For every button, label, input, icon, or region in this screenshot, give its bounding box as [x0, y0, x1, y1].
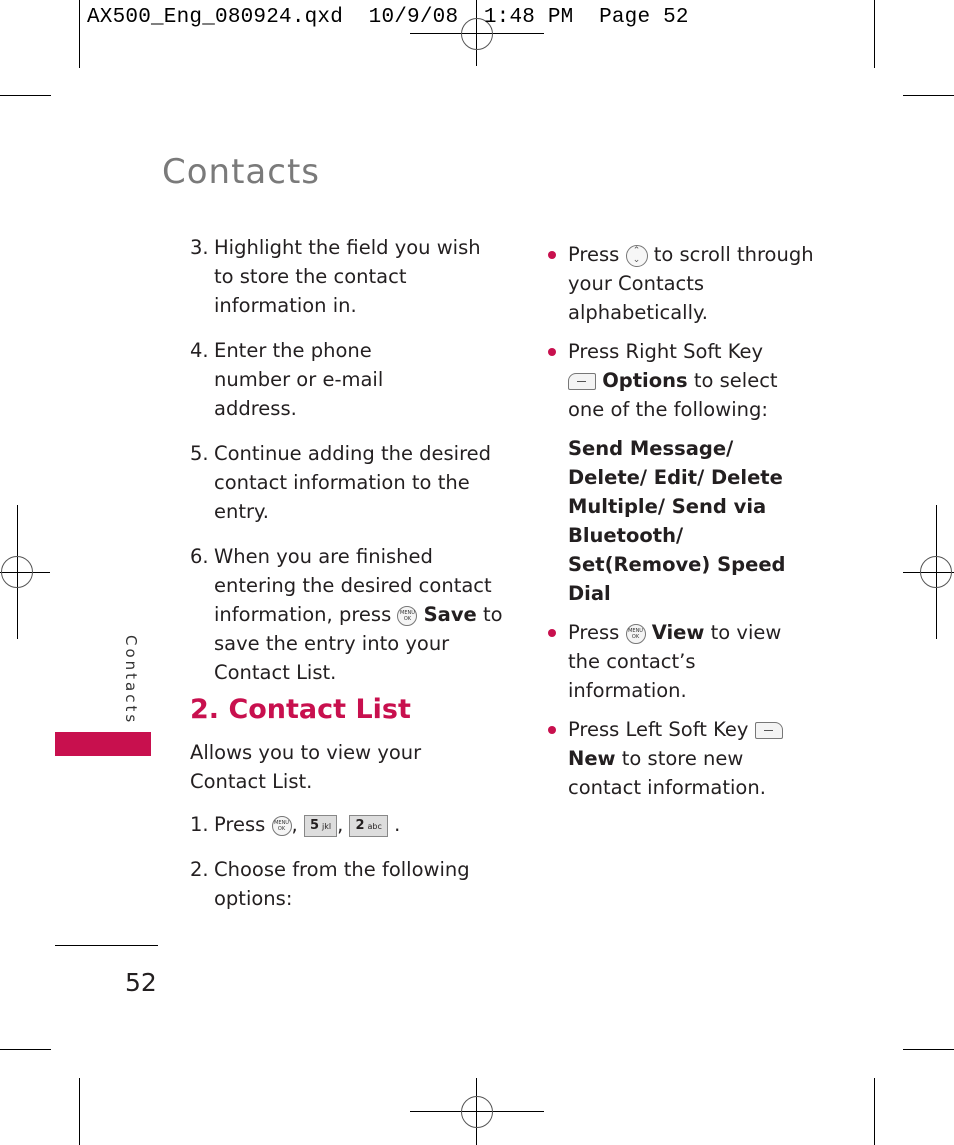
bullet-view: Press MENU OK View to view the contact’s … [544, 618, 814, 705]
crop-mark [0, 95, 51, 96]
left-column-bottom: Allows you to view your Contact List. 1.… [190, 738, 480, 929]
bullet-new: Press Left Soft Key New to store new con… [544, 715, 814, 802]
section-intro: Allows you to view your Contact List. [190, 741, 422, 793]
left-soft-key-icon [754, 722, 783, 739]
crop-mark [874, 1078, 875, 1145]
page-title: Contacts [162, 152, 320, 192]
right-soft-key-icon [568, 373, 596, 390]
step-3: 3. Highlight the field you wish to store… [190, 236, 481, 317]
step-4: 4. Enter the phone number or e-mail addr… [190, 339, 384, 420]
crop-mark [79, 1078, 80, 1145]
section-heading: 2. Contact List [190, 694, 411, 725]
page-number: 52 [125, 968, 157, 997]
options-list: Send Message/ Delete/ Edit/ Delete Multi… [568, 437, 786, 605]
file-slug: AX500_Eng_080924.qxd 10/9/08 1:48 PM Pag… [87, 6, 689, 29]
step-2: 2. Choose from the following options: [190, 858, 470, 910]
step-6: 6. When you are finished entering the de… [190, 545, 503, 684]
key-2-icon: 2 abc [349, 814, 388, 837]
menu-ok-key-icon: MENU OK [271, 815, 292, 836]
menu-ok-key-icon: MENU OK [397, 605, 418, 626]
crop-mark [874, 0, 875, 68]
bullet-options: Press Right Soft Key Options to select o… [544, 337, 793, 424]
menu-ok-key-icon: MENU OK [625, 623, 646, 644]
bullet-dot [548, 726, 556, 734]
side-tab-label: Contacts [122, 635, 140, 726]
bullet-dot [548, 629, 556, 637]
step-1: 1. Press MENU OK, 5 jkl, 2 abc . [190, 813, 401, 837]
bullet-scroll: Press ⌃ ⌄ to scroll through your Contacts… [544, 240, 814, 327]
navigation-key-icon: ⌃ ⌄ [625, 244, 648, 267]
crop-mark [0, 1049, 51, 1050]
left-column: 3. Highlight the field you wish to store… [190, 233, 503, 703]
crop-mark [903, 95, 954, 96]
crop-mark [79, 0, 80, 68]
registration-mark [920, 556, 952, 588]
bullet-dot [548, 348, 556, 356]
registration-mark [461, 1096, 493, 1128]
key-5-icon: 5 jkl [303, 814, 338, 837]
side-tab-bar [55, 732, 151, 756]
step-5: 5. Continue adding the desired contact i… [190, 442, 492, 523]
right-column: Press ⌃ ⌄ to scroll through your Contacts… [544, 240, 814, 812]
page-number-rule [55, 945, 158, 946]
crop-mark [903, 1049, 954, 1050]
bullet-dot [548, 251, 556, 259]
registration-mark [1, 556, 33, 588]
